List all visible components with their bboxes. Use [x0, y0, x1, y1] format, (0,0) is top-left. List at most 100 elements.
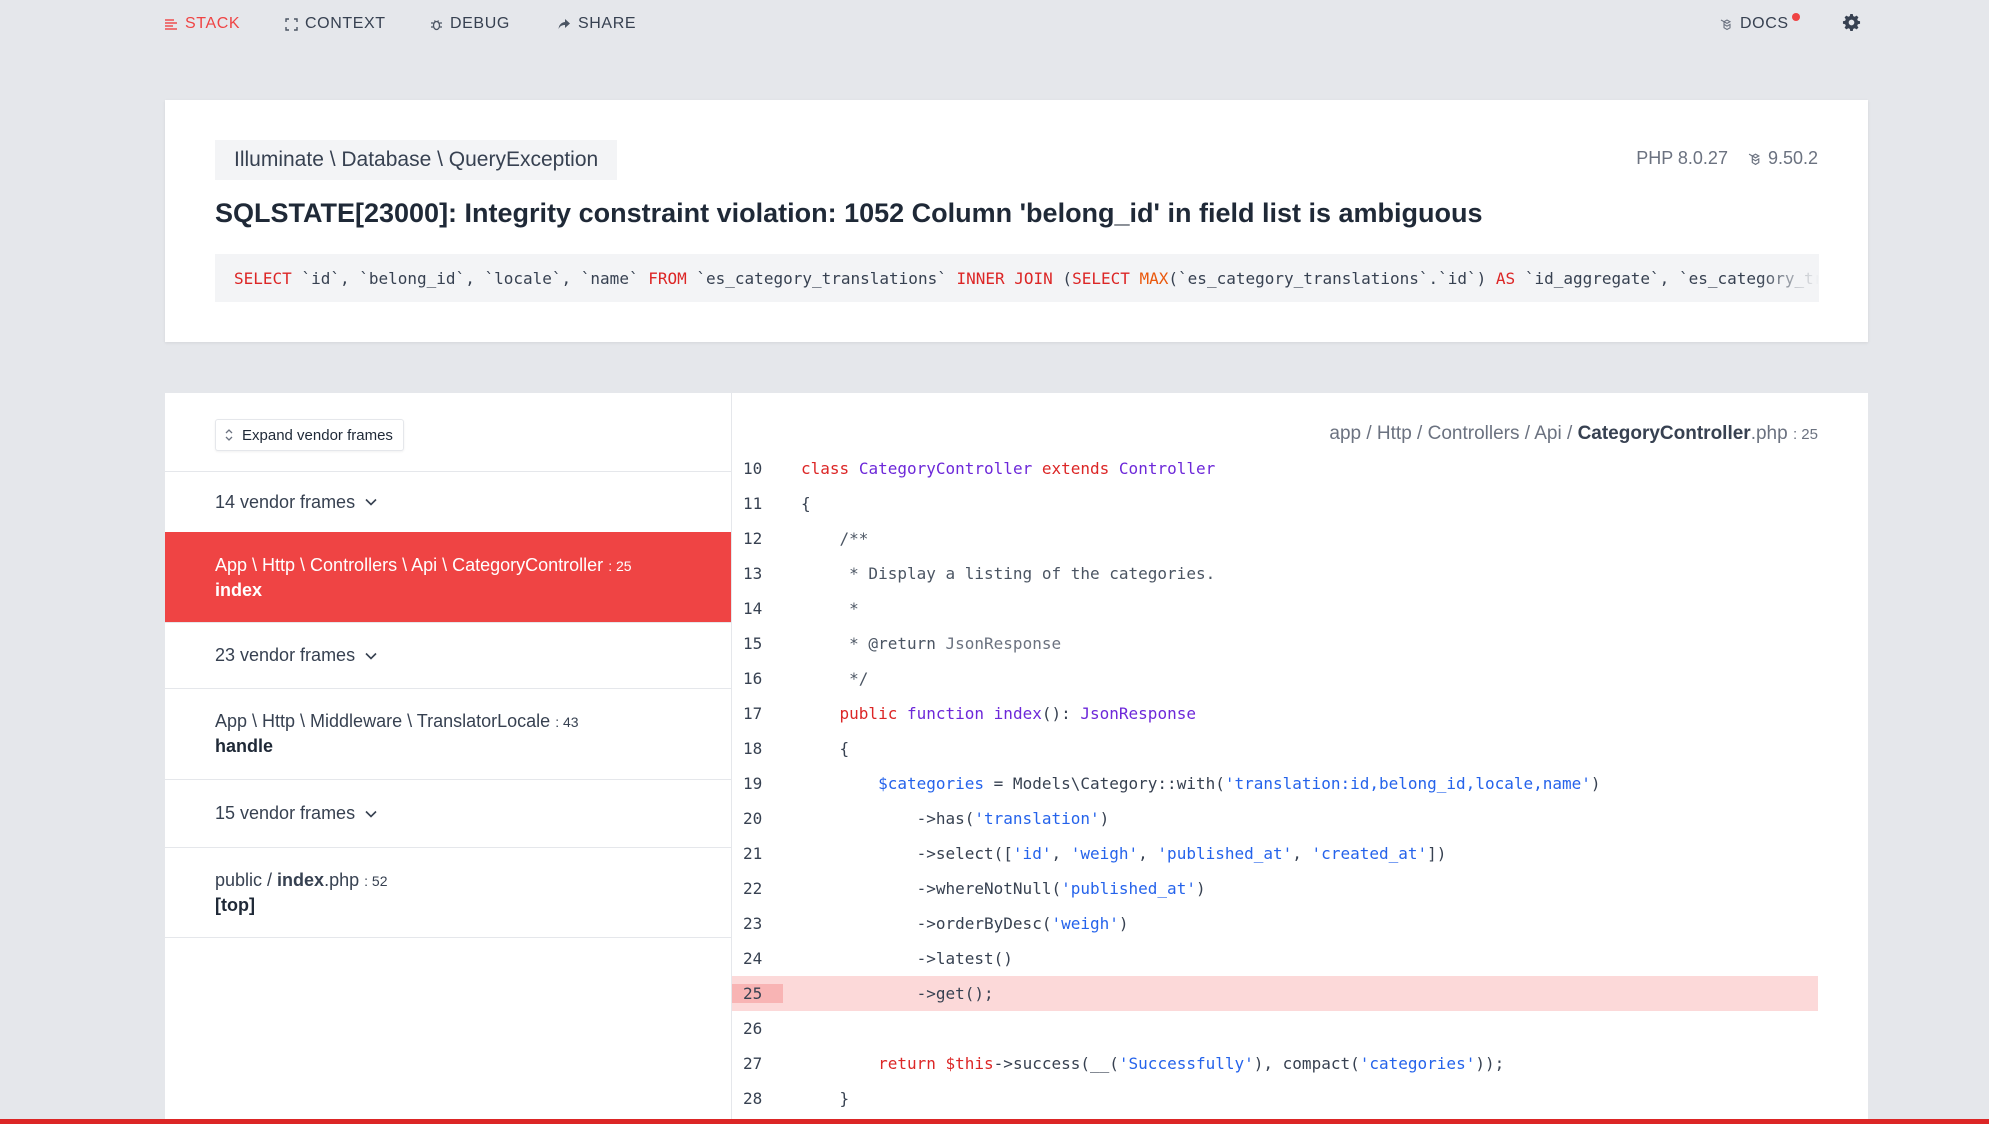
code-source: ->orderByDesc('weigh'): [783, 914, 1129, 933]
chevron-down-icon: [365, 810, 377, 818]
code-token: ->latest(): [801, 949, 1013, 968]
nav-docs-label-wrap: DOCS: [1740, 13, 1800, 33]
nav-context[interactable]: CONTEXT: [285, 14, 386, 34]
vendor-frames-label: 15 vendor frames: [215, 803, 377, 824]
sql-token: (: [1052, 268, 1073, 288]
code-source: {: [783, 739, 850, 758]
laravel-icon: [1748, 152, 1760, 165]
sql-query-box[interactable]: SELECT `id`, `belong_id`, `locale`, `nam…: [215, 254, 1819, 302]
vendor-frames-label: 14 vendor frames: [215, 492, 377, 513]
code-source: */: [783, 669, 868, 688]
nav-share[interactable]: SHARE: [558, 14, 636, 34]
code-token: ): [1195, 879, 1206, 898]
sql-token: `id`, `belong_id`, `locale`, `name`: [291, 268, 649, 288]
vendor-frames-group[interactable]: 23 vendor frames: [165, 622, 731, 688]
chevron-down-icon: [365, 652, 377, 660]
code-line[interactable]: 26: [732, 1011, 1818, 1046]
code-token: ->has(: [801, 809, 975, 828]
chevron-down-icon: [365, 498, 377, 506]
top-nav: STACK CONTEXT DEBUG SHARE DOCS: [0, 0, 1989, 48]
line-number: 16: [743, 669, 763, 688]
chevron-up-down-icon: [225, 429, 233, 441]
code-token: {: [801, 494, 811, 513]
code-source: return $this->success(__('Successfully')…: [783, 1054, 1504, 1073]
nav-docs[interactable]: DOCS: [1720, 13, 1800, 34]
sql-token: MAX: [1139, 268, 1169, 288]
code-token: ,: [1051, 844, 1071, 863]
code-token: 'translation:id,belong_id,locale,name': [1224, 774, 1591, 793]
code-line[interactable]: 15 * @return JsonResponse: [732, 626, 1818, 661]
file-name: CategoryController: [1577, 423, 1751, 444]
expand-vendor-frames-button[interactable]: Expand vendor frames: [215, 419, 404, 451]
nav-debug-label: DEBUG: [450, 15, 510, 32]
code-token: 'categories': [1359, 1054, 1476, 1073]
code-line[interactable]: 16 */: [732, 661, 1818, 696]
app-frame-selected[interactable]: App \ Http \ Controllers \ Api \ Categor…: [165, 532, 731, 622]
code-token: }: [801, 1089, 850, 1108]
code-line[interactable]: 24 ->latest(): [732, 941, 1818, 976]
sql-token: FROM: [648, 268, 687, 288]
sql-token: AS: [1495, 268, 1516, 288]
code-line[interactable]: 19 $categories = Models\Category::with('…: [732, 766, 1818, 801]
code-token: class: [801, 459, 850, 478]
line-number: 25: [732, 984, 783, 1003]
line-number: 18: [743, 739, 763, 758]
code-source: * Display a listing of the categories.: [783, 564, 1215, 583]
code-token: 'id': [1012, 844, 1052, 863]
code-line[interactable]: 13 * Display a listing of the categories…: [732, 556, 1818, 591]
code-token: extends: [1041, 459, 1110, 478]
code-line[interactable]: 17 public function index(): JsonResponse: [732, 696, 1818, 731]
code-source: class CategoryController extends Control…: [783, 459, 1215, 478]
code-token: ), compact(: [1253, 1054, 1360, 1073]
code-token: 'weigh': [1051, 914, 1119, 933]
code-token: Controller: [1118, 459, 1216, 478]
code-source: /**: [783, 529, 869, 548]
code-line[interactable]: 25 ->get();: [732, 976, 1818, 1011]
code-token: = Models\Category::with(: [984, 774, 1225, 793]
code-line[interactable]: 10 class CategoryController extends Contr…: [732, 451, 1818, 486]
code-line[interactable]: 28 }: [732, 1081, 1818, 1116]
vendor-frames-count: 14 vendor frames: [215, 491, 356, 512]
versions: PHP 8.0.27 9.50.2: [1636, 148, 1818, 169]
line-number: 22: [743, 879, 763, 898]
nav-debug[interactable]: DEBUG: [430, 14, 510, 34]
code-token: 'translation': [974, 809, 1100, 828]
code-source: * @return JsonResponse: [783, 634, 1061, 653]
gear-icon[interactable]: [1842, 13, 1861, 32]
app-frame[interactable]: App \ Http \ Middleware \ TranslatorLoca…: [165, 688, 731, 779]
code-line[interactable]: 12 /**: [732, 521, 1818, 556]
file-ext: .php: [1750, 423, 1788, 444]
vendor-frames-group[interactable]: 15 vendor frames: [165, 779, 731, 847]
exception-class[interactable]: Illuminate \ Database \ QueryException: [215, 140, 618, 180]
code-token: JsonResponse: [1080, 704, 1196, 723]
code-source: ->get();: [783, 984, 994, 1003]
nav-stack[interactable]: STACK: [165, 14, 240, 34]
line-number: 15: [743, 634, 763, 653]
file-path[interactable]: app / Http / Controllers / Api / Categor…: [1329, 423, 1818, 445]
code-token: public: [839, 704, 898, 723]
vendor-frames-group[interactable]: 14 vendor frames: [165, 471, 731, 532]
file-line: : 25: [1792, 426, 1818, 443]
sql-token: SELECT: [1072, 268, 1130, 288]
code-line[interactable]: 20 ->has('translation'): [732, 801, 1818, 836]
exception-card: Illuminate \ Database \ QueryException P…: [165, 100, 1868, 342]
code-line[interactable]: 21 ->select(['id', 'weigh', 'published_a…: [732, 836, 1818, 871]
sql-query: SELECT `id`, `belong_id`, `locale`, `nam…: [215, 269, 1819, 288]
code-token: * Display a listing of the categories.: [801, 564, 1216, 583]
code-token: ,: [1138, 844, 1158, 863]
code-source: }: [783, 1089, 850, 1108]
code-line[interactable]: 14 *: [732, 591, 1818, 626]
code-line[interactable]: 11 {: [732, 486, 1818, 521]
sql-token: `es_category_translations`: [686, 268, 957, 288]
code-line[interactable]: 22 ->whereNotNull('published_at'): [732, 871, 1818, 906]
line-number: 23: [743, 914, 763, 933]
app-frame[interactable]: public / index.php : 52 [top]: [165, 847, 731, 938]
code-source: *: [783, 599, 859, 618]
frame-path: App \ Http \ Controllers \ Api \ Categor…: [215, 555, 632, 576]
code-line[interactable]: 27 return $this->success(__('Successfull…: [732, 1046, 1818, 1081]
code-line[interactable]: 18 {: [732, 731, 1818, 766]
code-line[interactable]: 23 ->orderByDesc('weigh'): [732, 906, 1818, 941]
